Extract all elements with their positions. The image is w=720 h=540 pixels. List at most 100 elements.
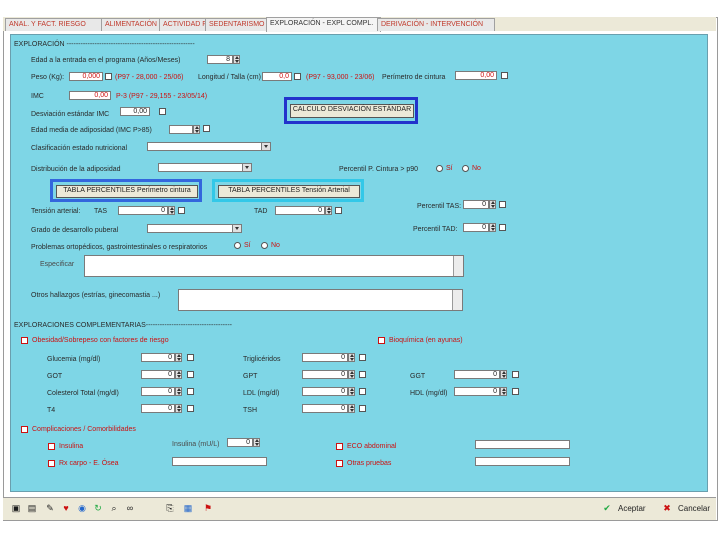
globe-icon[interactable]: ◉	[77, 503, 87, 513]
hdl-input[interactable]: 0	[454, 387, 500, 396]
ldl-input[interactable]: 0	[302, 387, 348, 396]
tas-input[interactable]: 0	[118, 206, 168, 215]
peso-checkbox[interactable]	[105, 73, 112, 80]
ggt-stepper[interactable]	[500, 370, 507, 379]
edad-media-input[interactable]	[169, 125, 193, 134]
calculo-desviacion-button[interactable]: CALCULO DESVIACIÓN ESTÁNDAR	[290, 104, 414, 118]
gpt-input[interactable]: 0	[302, 370, 348, 379]
hdl-checkbox[interactable]	[512, 388, 519, 395]
tsh-checkbox[interactable]	[359, 405, 366, 412]
ggt-checkbox[interactable]	[512, 371, 519, 378]
tad-input[interactable]: 0	[275, 206, 325, 215]
hdl-stepper[interactable]	[500, 387, 507, 396]
tab-sedentarismo[interactable]: SEDENTARISMO	[205, 18, 271, 31]
search-icon[interactable]: ⌕	[109, 503, 119, 513]
tab-actividad-fisica[interactable]: ACTIVIDAD FÍSICA	[159, 18, 209, 31]
tad-stepper[interactable]	[325, 206, 332, 215]
got-stepper[interactable]	[175, 370, 182, 379]
tsh-input[interactable]: 0	[302, 404, 348, 413]
tab-derivacion[interactable]: DERIVACIÓN - INTERVENCIÓN	[377, 18, 495, 31]
rx-checkbox[interactable]	[48, 460, 55, 467]
scrollbar[interactable]	[452, 290, 462, 310]
percentil-tas-input[interactable]: 0	[463, 200, 489, 209]
longitud-input[interactable]: 0,0	[262, 72, 292, 81]
tab-exploracion[interactable]: EXPLORACIÓN - EXPL COMPL.	[266, 17, 381, 32]
aceptar-button[interactable]: Aceptar	[618, 502, 646, 515]
glucemia-checkbox[interactable]	[187, 354, 194, 361]
ggt-input[interactable]: 0	[454, 370, 500, 379]
scrollbar[interactable]	[453, 256, 463, 276]
tas-stepper[interactable]	[168, 206, 175, 215]
longitud-checkbox[interactable]	[294, 73, 301, 80]
otras-pruebas-input[interactable]	[475, 457, 570, 466]
refresh-icon[interactable]: ↻	[93, 503, 103, 513]
glucemia-stepper[interactable]	[175, 353, 182, 362]
printer-icon[interactable]: ▣	[11, 503, 21, 513]
tad-checkbox[interactable]	[335, 207, 342, 214]
tabla-tension-button[interactable]: TABLA PERCENTILES Tensión Arterial	[218, 185, 360, 198]
close-icon[interactable]: ✖	[662, 503, 672, 513]
desviacion-input[interactable]: 0,00	[120, 107, 150, 116]
edad-stepper[interactable]	[233, 55, 240, 64]
got-checkbox[interactable]	[187, 371, 194, 378]
colesterol-input[interactable]: 0	[141, 387, 175, 396]
glucemia-input[interactable]: 0	[141, 353, 175, 362]
chevron-down-icon[interactable]	[232, 225, 241, 232]
insulina-input[interactable]: 0	[227, 438, 253, 447]
imc-input[interactable]: 0,00	[69, 91, 111, 100]
tas-checkbox[interactable]	[178, 207, 185, 214]
link-icon[interactable]: ∞	[125, 503, 135, 513]
cancelar-button[interactable]: Cancelar	[678, 502, 710, 515]
chevron-down-icon[interactable]	[261, 143, 270, 150]
flag-icon[interactable]: ⚑	[203, 503, 213, 513]
distribucion-select[interactable]	[158, 163, 252, 172]
problemas-si-radio[interactable]	[234, 242, 241, 249]
edad-media-checkbox[interactable]	[203, 125, 210, 132]
otras-pruebas-checkbox[interactable]	[336, 460, 343, 467]
tab-analisis[interactable]: ANAL. Y FACT. RIESGO	[5, 18, 105, 31]
chevron-down-icon[interactable]	[242, 164, 251, 171]
percentil-tas-stepper[interactable]	[489, 200, 496, 209]
t4-input[interactable]: 0	[141, 404, 175, 413]
eco-input[interactable]	[475, 440, 570, 449]
tab-alimentacion[interactable]: ALIMENTACIÓN	[101, 18, 163, 31]
colesterol-checkbox[interactable]	[187, 388, 194, 395]
grado-select[interactable]	[147, 224, 242, 233]
trigliceridos-stepper[interactable]	[348, 353, 355, 362]
obesidad-checkbox[interactable]	[21, 337, 28, 344]
problemas-no-radio[interactable]	[261, 242, 268, 249]
t4-stepper[interactable]	[175, 404, 182, 413]
ldl-stepper[interactable]	[348, 387, 355, 396]
check-icon[interactable]: ✔	[602, 503, 612, 513]
percentil-si-radio[interactable]	[436, 165, 443, 172]
percentil-tad-input[interactable]: 0	[463, 223, 489, 232]
gpt-checkbox[interactable]	[359, 371, 366, 378]
pen-icon[interactable]: ✎	[45, 503, 55, 513]
clasificacion-select[interactable]	[147, 142, 271, 151]
edad-media-stepper[interactable]	[193, 125, 200, 134]
attach-icon[interactable]: ⎘	[165, 503, 175, 513]
perimetro-input[interactable]: 0,00	[455, 71, 497, 80]
insulina-stepper[interactable]	[253, 438, 260, 447]
heart-icon[interactable]: ♥	[61, 503, 71, 513]
trigliceridos-input[interactable]: 0	[302, 353, 348, 362]
colesterol-stepper[interactable]	[175, 387, 182, 396]
otros-hallazgos-textarea[interactable]	[178, 289, 463, 311]
bioquimica-checkbox[interactable]	[378, 337, 385, 344]
ldl-checkbox[interactable]	[359, 388, 366, 395]
gpt-stepper[interactable]	[348, 370, 355, 379]
rx-input[interactable]	[172, 457, 267, 466]
percentil-tas-checkbox[interactable]	[499, 201, 506, 208]
desviacion-checkbox[interactable]	[159, 108, 166, 115]
document-icon[interactable]: ▤	[27, 503, 37, 513]
comorbilidades-checkbox[interactable]	[21, 426, 28, 433]
eco-checkbox[interactable]	[336, 443, 343, 450]
insulina-checkbox[interactable]	[48, 443, 55, 450]
grid-icon[interactable]: ▦	[183, 503, 193, 513]
got-input[interactable]: 0	[141, 370, 175, 379]
percentil-no-radio[interactable]	[462, 165, 469, 172]
percentil-tad-stepper[interactable]	[489, 223, 496, 232]
tabla-perimetro-button[interactable]: TABLA PERCENTILES Perímetro cintura	[56, 185, 198, 198]
trigliceridos-checkbox[interactable]	[359, 354, 366, 361]
edad-input[interactable]: 8	[207, 55, 233, 64]
